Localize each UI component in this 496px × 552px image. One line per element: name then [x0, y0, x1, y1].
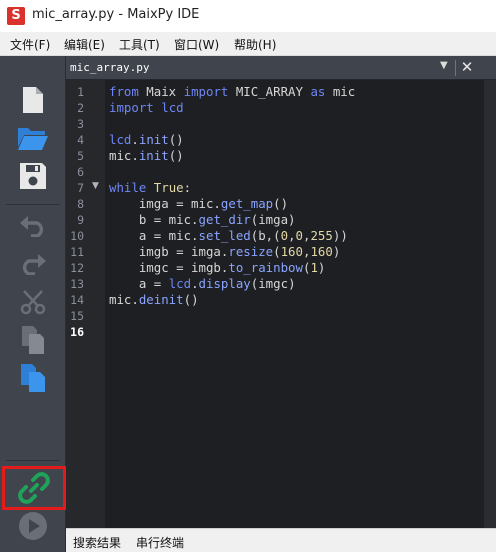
line-number: 4	[77, 133, 84, 147]
line-number: 10	[70, 229, 84, 243]
code-line: imgc = imgb.to_rainbow(1)	[109, 260, 326, 275]
folder-open-icon	[18, 128, 48, 150]
editor-tab-bar: mic_array.py ▼ ✕	[66, 56, 496, 80]
paste-icon	[21, 364, 45, 392]
save-file-button[interactable]	[14, 158, 52, 194]
line-number: 2	[77, 101, 84, 115]
toolbar-divider	[6, 460, 60, 461]
code-line: imgb = imga.resize(160,160)	[109, 244, 341, 259]
line-number-gutter: 1 2 3 4 5 6 7 8 9 10 11 12 13 14 15 16 ▼	[66, 80, 105, 528]
scissors-icon	[20, 290, 46, 315]
menu-help[interactable]: 帮助(H)	[234, 36, 276, 53]
fold-chevron-icon[interactable]: ▼	[92, 181, 99, 191]
connect-button[interactable]	[2, 466, 66, 510]
code-line: mic.deinit()	[109, 292, 199, 307]
line-number: 13	[70, 277, 84, 291]
menu-tools[interactable]: 工具(T)	[119, 36, 160, 53]
editor-tab-filename[interactable]: mic_array.py	[70, 61, 149, 74]
copy-icon	[22, 326, 44, 354]
code-line: b = mic.get_dir(imga)	[109, 212, 296, 227]
cut-button[interactable]	[14, 284, 52, 320]
menu-bar: 文件(F) 编辑(E) 工具(T) 窗口(W) 帮助(H)	[0, 32, 496, 56]
run-button[interactable]	[14, 508, 52, 544]
left-toolbar	[0, 56, 66, 552]
tab-serial-terminal[interactable]: 串行终端	[136, 534, 184, 551]
code-line: while True:	[109, 180, 192, 195]
toolbar-divider	[6, 204, 60, 205]
current-line-number: 16	[70, 325, 84, 339]
code-line: a = lcd.display(imgc)	[109, 276, 296, 291]
line-number: 3	[77, 117, 84, 131]
new-file-button[interactable]	[14, 82, 52, 118]
code-line: lcd.init()	[109, 132, 184, 147]
chevron-down-icon[interactable]: ▼	[440, 60, 448, 71]
code-editor[interactable]: from Maix import MIC_ARRAY as mic import…	[105, 80, 484, 528]
code-line: import lcd	[109, 100, 184, 115]
code-line: mic.init()	[109, 148, 184, 163]
code-line: a = mic.set_led(b,(0,0,255))	[109, 228, 348, 243]
menu-file[interactable]: 文件(F)	[10, 36, 50, 53]
output-tab-bar: 搜索结果 串行终端	[66, 528, 496, 552]
tab-divider	[455, 60, 456, 76]
line-number: 8	[77, 197, 84, 211]
close-icon[interactable]: ✕	[458, 57, 476, 77]
title-bar: S mic_array.py - MaixPy IDE	[0, 0, 496, 32]
line-number: 5	[77, 149, 84, 163]
menu-window[interactable]: 窗口(W)	[174, 36, 219, 53]
undo-icon	[20, 216, 44, 237]
maixpy-logo-icon: S	[7, 7, 25, 25]
copy-button[interactable]	[14, 322, 52, 358]
line-number: 14	[70, 293, 84, 307]
line-number: 7	[77, 181, 84, 195]
line-number: 9	[77, 213, 84, 227]
undo-button[interactable]	[14, 208, 52, 244]
redo-button[interactable]	[14, 246, 52, 282]
file-icon	[23, 87, 43, 113]
line-number: 6	[77, 165, 84, 179]
line-number: 12	[70, 261, 84, 275]
open-file-button[interactable]	[14, 120, 52, 156]
redo-icon	[22, 254, 46, 275]
line-number: 15	[70, 309, 84, 323]
code-line: imga = mic.get_map()	[109, 196, 289, 211]
code-line: from Maix import MIC_ARRAY as mic	[109, 84, 356, 99]
window-title: mic_array.py - MaixPy IDE	[32, 7, 200, 22]
line-number: 1	[77, 85, 84, 99]
link-icon	[18, 472, 50, 504]
menu-edit[interactable]: 编辑(E)	[64, 36, 105, 53]
editor-vertical-scrollbar[interactable]	[484, 80, 496, 528]
paste-button[interactable]	[14, 360, 52, 396]
line-number: 11	[70, 245, 84, 259]
floppy-disk-icon	[20, 163, 46, 189]
play-icon	[19, 512, 47, 540]
tab-search-results[interactable]: 搜索结果	[73, 534, 121, 551]
